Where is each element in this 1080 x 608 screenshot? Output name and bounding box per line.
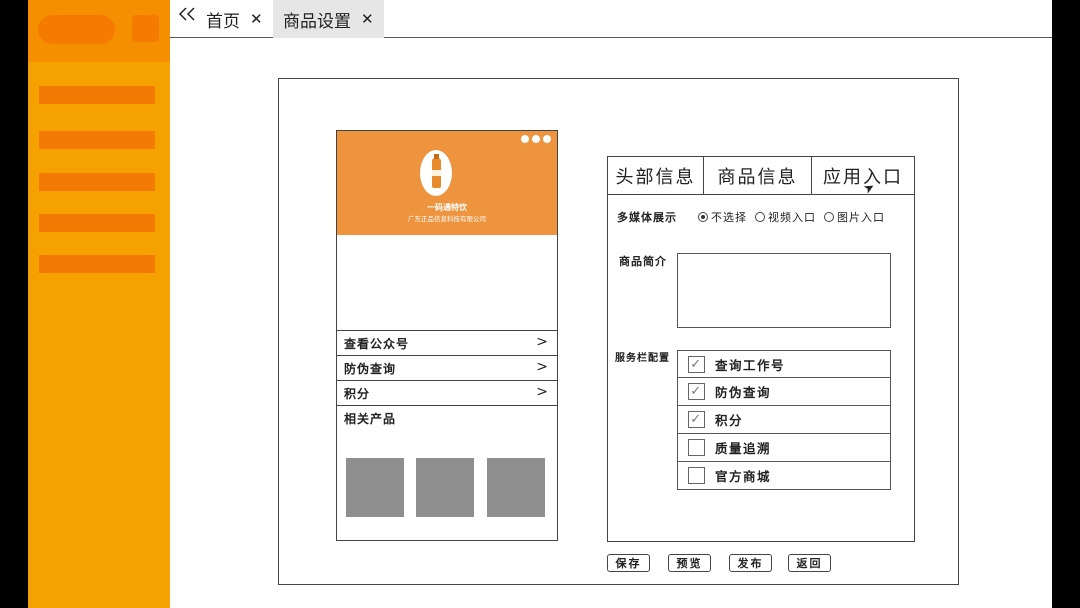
service-item-points[interactable]: ✓ 积分 — [677, 406, 891, 434]
content-frame: 一码通特饮 广东正品信息科技有限公司 查看公众号 > 防伪查询 > 积分 > 相… — [278, 78, 959, 585]
checkbox-checked-icon[interactable]: ✓ — [688, 383, 705, 400]
checkbox-checked-icon[interactable]: ✓ — [688, 411, 705, 428]
tab-product-settings-label: 商品设置 — [283, 11, 351, 32]
phone-preview: 一码通特饮 广东正品信息科技有限公司 查看公众号 > 防伪查询 > 积分 > 相… — [336, 130, 558, 541]
tab-product-info[interactable]: 商品信息 — [704, 157, 812, 195]
publish-button[interactable]: 发布 — [729, 554, 772, 572]
related-product-thumb[interactable] — [416, 458, 474, 517]
phone-row-points[interactable]: 积分 > — [337, 380, 557, 405]
back-button[interactable]: 返回 — [788, 554, 831, 572]
tab-header-info[interactable]: 头部信息 — [608, 157, 704, 195]
checkbox-checked-icon[interactable]: ✓ — [688, 355, 705, 373]
phone-row-official-account[interactable]: 查看公众号 > — [337, 330, 557, 355]
chevron-right-icon: > — [536, 334, 549, 350]
radio-selected-icon — [698, 212, 708, 222]
related-product-thumb[interactable] — [487, 458, 545, 517]
service-label-text: 查询工作号 — [715, 357, 786, 373]
checkbox-icon[interactable] — [688, 439, 705, 456]
media-label: 多媒体展示 — [617, 211, 677, 224]
sidebar-item[interactable] — [39, 86, 155, 104]
related-products-title: 相关产品 — [344, 412, 397, 426]
related-product-thumb[interactable] — [346, 458, 404, 517]
service-item-traceability[interactable]: 质量追溯 — [677, 434, 891, 462]
intro-textarea[interactable] — [677, 253, 891, 328]
sidebar-logo[interactable] — [38, 15, 115, 44]
service-label-text: 质量追溯 — [715, 441, 772, 456]
close-icon[interactable]: ✕ — [361, 10, 374, 28]
radio-label: 视频入口 — [768, 211, 816, 224]
service-label-text: 官方商城 — [715, 469, 772, 484]
double-chevron-left-icon[interactable] — [178, 6, 196, 28]
phone-row-label: 查看公众号 — [344, 336, 410, 351]
intro-label: 商品简介 — [619, 255, 667, 268]
service-label-text: 积分 — [715, 413, 744, 428]
radio-image[interactable]: 图片入口 — [824, 209, 885, 225]
tab-home-label: 首页 — [206, 11, 240, 32]
brand-name: 一码通特饮 — [427, 203, 467, 212]
chevron-right-icon: > — [536, 384, 549, 400]
service-item-query-id[interactable]: ✓ 查询工作号 — [677, 350, 891, 378]
app-screen: 首页 ✕ 商品设置 ✕ 一码通特饮 广东正品信息科技有限公司 查看公众号 > 防… — [28, 0, 1052, 608]
service-item-official-store[interactable]: 官方商城 — [677, 462, 891, 490]
more-dots-icon[interactable] — [521, 135, 551, 143]
phone-header: 一码通特饮 广东正品信息科技有限公司 — [337, 131, 557, 235]
sidebar-header — [28, 0, 170, 62]
service-label: 服务栏配置 — [615, 353, 670, 364]
service-item-anti-counterfeit[interactable]: ✓ 防伪查询 — [677, 378, 891, 406]
close-icon[interactable]: ✕ — [250, 10, 263, 28]
phone-row-label: 积分 — [344, 386, 371, 401]
sidebar-item[interactable] — [39, 131, 155, 149]
radio-icon — [755, 212, 765, 222]
sidebar-item[interactable] — [39, 173, 155, 191]
radio-icon — [824, 212, 834, 222]
preview-button[interactable]: 预览 — [668, 554, 711, 572]
sidebar-item[interactable] — [39, 214, 155, 232]
divider — [337, 405, 557, 406]
sidebar-toggle-button[interactable] — [132, 15, 159, 42]
sidebar-item[interactable] — [39, 255, 155, 273]
tab-home[interactable]: 首页 ✕ — [196, 0, 273, 38]
chevron-right-icon: > — [536, 359, 549, 375]
brand-company: 广东正品信息科技有限公司 — [408, 215, 486, 223]
bottle-icon — [431, 154, 441, 188]
settings-panel: 头部信息 商品信息 应用入口 ➤ 多媒体展示 不选择 视频入口 图片入口 商品简… — [607, 156, 915, 542]
radio-none[interactable]: 不选择 — [698, 209, 747, 225]
radio-video[interactable]: 视频入口 — [755, 209, 816, 225]
sidebar — [28, 0, 170, 608]
radio-label: 不选择 — [711, 211, 747, 224]
checkbox-icon[interactable] — [688, 467, 705, 484]
service-list: ✓ 查询工作号 ✓ 防伪查询 ✓ 积分 质量追溯 官方商城 — [677, 350, 891, 490]
product-avatar — [420, 150, 452, 196]
radio-label: 图片入口 — [837, 211, 885, 224]
phone-row-anti-counterfeit[interactable]: 防伪查询 > — [337, 355, 557, 380]
media-radio-group: 不选择 视频入口 图片入口 — [698, 209, 885, 225]
tab-product-settings[interactable]: 商品设置 ✕ — [273, 0, 384, 38]
tab-bar: 首页 ✕ 商品设置 ✕ — [170, 0, 1052, 38]
save-button[interactable]: 保存 — [607, 554, 650, 572]
phone-row-label: 防伪查询 — [344, 361, 397, 376]
service-label-text: 防伪查询 — [715, 385, 772, 400]
